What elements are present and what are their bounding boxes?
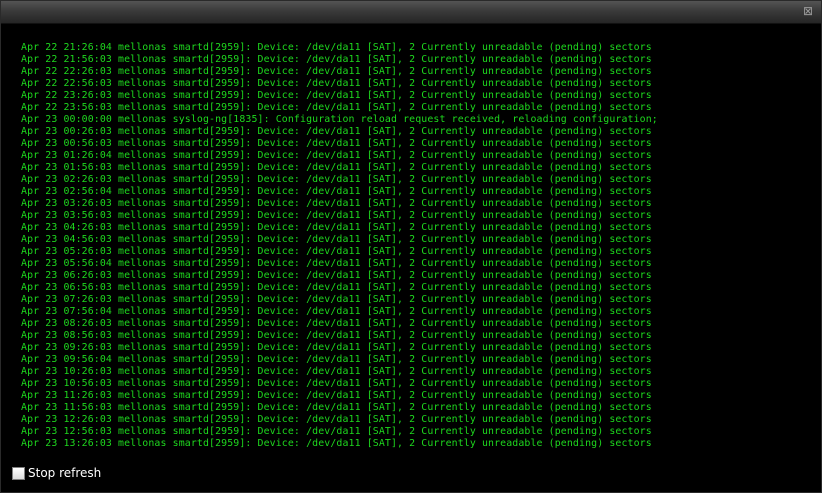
- window-titlebar[interactable]: ⊠: [1, 1, 821, 24]
- log-line: Apr 23 05:26:03 mellonas smartd[2959]: D…: [21, 246, 652, 257]
- stop-refresh-checkbox[interactable]: [12, 466, 25, 480]
- log-line: Apr 22 22:56:03 mellonas smartd[2959]: D…: [21, 78, 652, 89]
- log-line: Apr 23 11:26:03 mellonas smartd[2959]: D…: [21, 390, 652, 401]
- log-line: Apr 23 09:26:03 mellonas smartd[2959]: D…: [21, 342, 652, 353]
- log-line: Apr 23 05:56:04 mellonas smartd[2959]: D…: [21, 258, 652, 269]
- log-line: Apr 23 12:26:03 mellonas smartd[2959]: D…: [21, 414, 652, 425]
- log-line: Apr 23 06:56:03 mellonas smartd[2959]: D…: [21, 282, 652, 293]
- log-line: Apr 22 23:26:03 mellonas smartd[2959]: D…: [21, 90, 652, 101]
- log-line: Apr 23 04:26:03 mellonas smartd[2959]: D…: [21, 222, 652, 233]
- log-line: Apr 23 11:56:03 mellonas smartd[2959]: D…: [21, 402, 652, 413]
- log-line: Apr 22 21:56:03 mellonas smartd[2959]: D…: [21, 54, 652, 65]
- close-icon[interactable]: ⊠: [801, 4, 815, 18]
- footer: Stop refresh: [12, 465, 101, 481]
- log-viewer-window: ⊠ Apr 22 21:26:04 mellonas smartd[2959]:…: [0, 0, 822, 493]
- log-line: Apr 23 07:26:03 mellonas smartd[2959]: D…: [21, 294, 652, 305]
- log-output: Apr 22 21:26:04 mellonas smartd[2959]: D…: [21, 42, 811, 454]
- log-line: Apr 23 04:56:03 mellonas smartd[2959]: D…: [21, 234, 652, 245]
- log-line: Apr 23 03:56:03 mellonas smartd[2959]: D…: [21, 210, 652, 221]
- stop-refresh-label[interactable]: Stop refresh: [28, 466, 101, 480]
- log-line: Apr 23 09:56:04 mellonas smartd[2959]: D…: [21, 354, 652, 365]
- log-line: Apr 22 23:56:03 mellonas smartd[2959]: D…: [21, 102, 652, 113]
- log-line: Apr 23 03:26:03 mellonas smartd[2959]: D…: [21, 198, 652, 209]
- log-line: Apr 23 02:56:04 mellonas smartd[2959]: D…: [21, 186, 652, 197]
- log-line: Apr 23 13:26:03 mellonas smartd[2959]: D…: [21, 438, 652, 449]
- log-line: Apr 23 10:56:03 mellonas smartd[2959]: D…: [21, 378, 652, 389]
- log-line: Apr 23 01:56:03 mellonas smartd[2959]: D…: [21, 162, 652, 173]
- log-line: Apr 22 22:26:03 mellonas smartd[2959]: D…: [21, 66, 652, 77]
- log-line: Apr 23 08:56:03 mellonas smartd[2959]: D…: [21, 330, 652, 341]
- log-line: Apr 22 21:26:04 mellonas smartd[2959]: D…: [21, 42, 652, 53]
- log-line: Apr 23 00:56:03 mellonas smartd[2959]: D…: [21, 138, 652, 149]
- log-line: Apr 23 06:26:03 mellonas smartd[2959]: D…: [21, 270, 652, 281]
- log-line: Apr 23 12:56:03 mellonas smartd[2959]: D…: [21, 426, 652, 437]
- log-line: Apr 23 10:26:03 mellonas smartd[2959]: D…: [21, 366, 652, 377]
- log-line: Apr 23 01:26:04 mellonas smartd[2959]: D…: [21, 150, 652, 161]
- log-line: Apr 23 07:56:04 mellonas smartd[2959]: D…: [21, 306, 652, 317]
- log-line: Apr 23 00:26:03 mellonas smartd[2959]: D…: [21, 126, 652, 137]
- log-line: Apr 23 02:26:03 mellonas smartd[2959]: D…: [21, 174, 652, 185]
- log-line: Apr 23 08:26:03 mellonas smartd[2959]: D…: [21, 318, 652, 329]
- log-line: Apr 23 00:00:00 mellonas syslog-ng[1835]…: [21, 114, 658, 125]
